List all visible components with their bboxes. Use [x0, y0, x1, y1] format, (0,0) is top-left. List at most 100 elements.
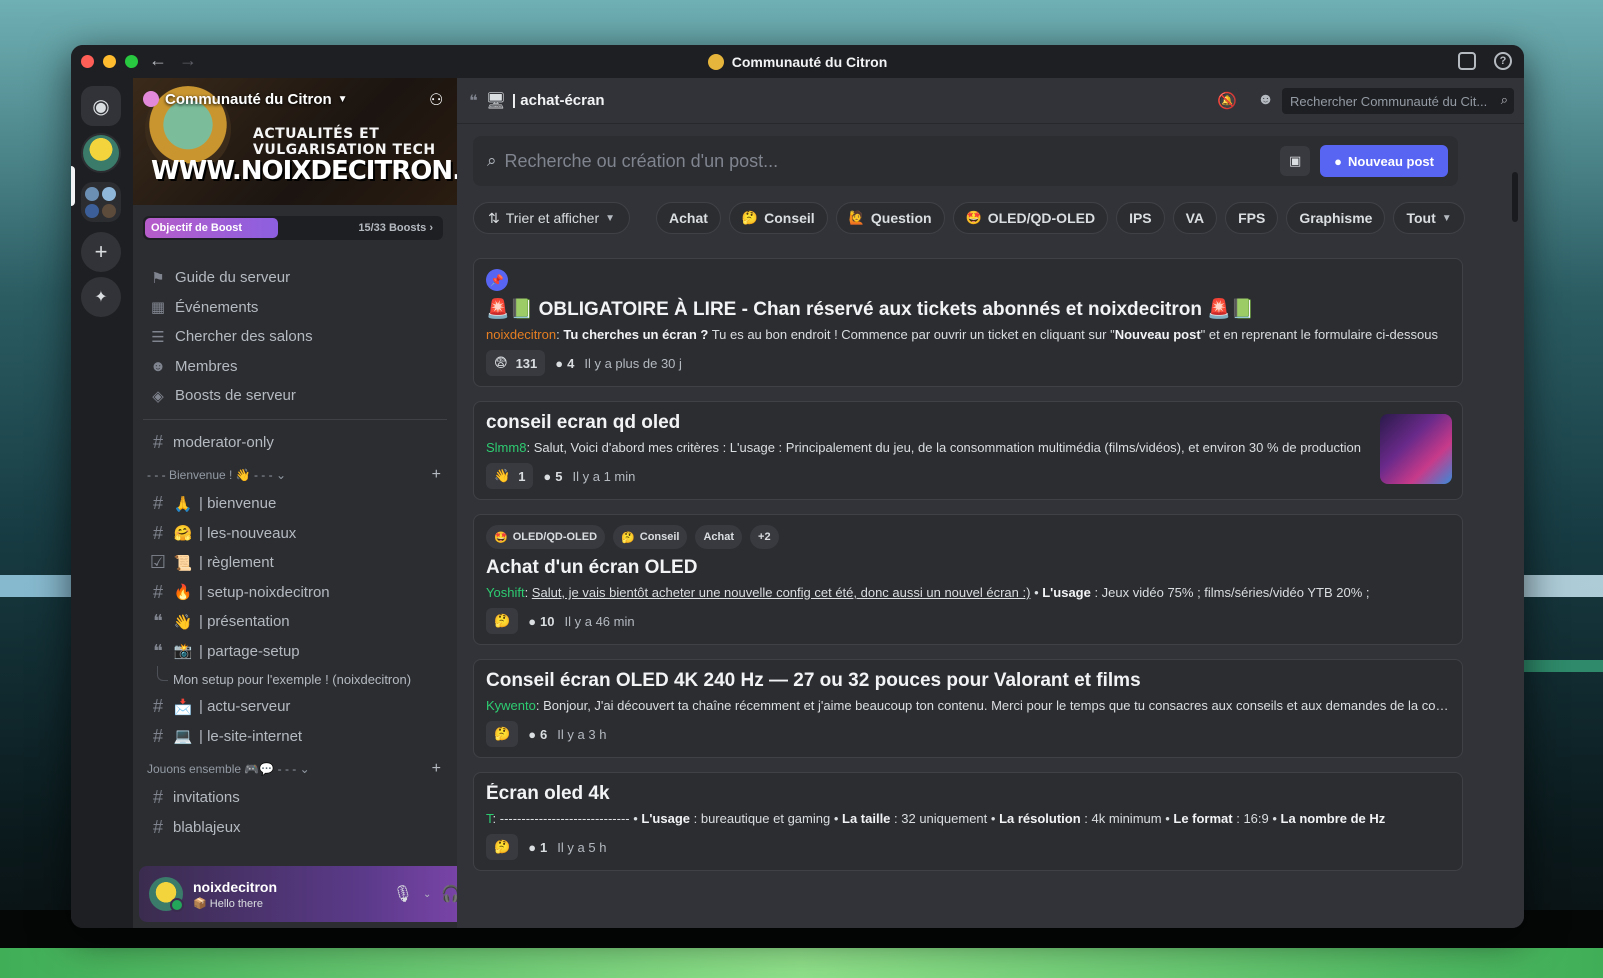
post-card[interactable]: conseil ecran qd oled Slmm8: Salut, Voici… — [473, 401, 1463, 500]
sidebar-menu-item[interactable]: ⚑ Guide du serveur — [143, 263, 447, 293]
server-header[interactable]: Communauté du Citron ▼ ⚇ — [143, 90, 447, 109]
reaction-button[interactable]: 🤔 — [486, 721, 519, 747]
channel-item[interactable]: ❝ 📸 | partage-setup — [143, 637, 447, 667]
tag-filter[interactable]: IPS — [1116, 202, 1165, 234]
post-title[interactable]: conseil ecran qd oled — [486, 412, 1450, 434]
discord-home-icon[interactable]: ◉ — [81, 86, 121, 126]
forward-arrow-icon[interactable]: → — [179, 50, 197, 71]
category-bienvenue[interactable]: - - - Bienvenue ! 👋 - - - ⌄ + — [143, 461, 447, 489]
tag-filter[interactable]: VA — [1172, 202, 1218, 234]
hash-icon: # — [152, 816, 163, 837]
reaction-emoji: 🤔 — [494, 613, 511, 628]
channel-item[interactable]: # invitations — [143, 783, 447, 813]
scrollbar[interactable] — [1512, 172, 1518, 222]
tag-label: IPS — [1129, 210, 1152, 226]
tag-label: Achat — [669, 210, 708, 226]
post-title[interactable]: 🚨📗 OBLIGATOIRE À LIRE - Chan réservé aux… — [486, 297, 1450, 321]
post-thumbnail[interactable] — [1380, 414, 1452, 484]
server-avatar[interactable] — [81, 133, 121, 173]
post-title[interactable]: Écran oled 4k — [486, 783, 1450, 805]
channel-name: blablajeux — [173, 818, 241, 836]
server-folder[interactable] — [81, 182, 121, 222]
post-title[interactable]: Conseil écran OLED 4K 240 Hz — 27 ou 32 … — [486, 670, 1450, 692]
reaction-button[interactable]: 🤔 — [486, 608, 519, 634]
channel-moderator-only[interactable]: # moderator-only — [143, 428, 447, 458]
compass-icon[interactable]: ✦ — [81, 277, 121, 317]
post-card[interactable]: Conseil écran OLED 4K 240 Hz — 27 ou 32 … — [473, 659, 1463, 758]
server-search-input[interactable]: Rechercher Communauté du Cit... ⌕ — [1282, 88, 1514, 114]
comment-count-value: 10 — [540, 613, 555, 629]
tag-filter[interactable]: FPS — [1225, 202, 1279, 234]
category-jouons-ensemble[interactable]: Jouons ensemble 🎮💬 - - - ⌄ + — [143, 755, 447, 783]
post-timestamp: Il y a 1 min — [572, 468, 636, 484]
user-info[interactable]: noixdecitron 📦 Hello there — [193, 879, 393, 910]
category-label: Jouons ensemble 🎮💬 - - - — [147, 762, 297, 776]
channel-item[interactable]: # 💻 | le-site-internet — [143, 722, 447, 752]
tag-label: Conseil — [639, 531, 680, 543]
inbox-icon[interactable] — [1458, 52, 1476, 70]
channel-item[interactable]: ☑ 📜 | règlement — [143, 548, 447, 578]
maximize-window-button[interactable] — [125, 55, 138, 68]
hash-icon: # — [152, 522, 163, 543]
post-search-input[interactable]: ⌕ Recherche ou création d'un post... ▣ ●… — [473, 136, 1458, 186]
channel-name: | le-site-internet — [199, 727, 303, 745]
new-post-button[interactable]: ● Nouveau post — [1320, 145, 1448, 177]
post-author[interactable]: Yoshift — [486, 585, 525, 600]
help-icon[interactable]: ? — [1494, 52, 1512, 70]
channel-item[interactable]: # 🔥 | setup-noixdecitron — [143, 578, 447, 608]
sidebar-menu-item[interactable]: ☰ Chercher des salons — [143, 322, 447, 352]
chevron-down-icon[interactable]: ⌄ — [423, 889, 431, 900]
channel-item[interactable]: ❝ 👋 | présentation — [143, 607, 447, 637]
post-author[interactable]: Kywento — [486, 698, 536, 713]
add-server-icon[interactable]: + — [81, 232, 121, 272]
avatar[interactable] — [149, 877, 184, 912]
sidebar-menu-item[interactable]: ☻ Membres — [143, 352, 447, 382]
channel-item[interactable]: # 🤗 | les-nouveaux — [143, 519, 447, 549]
channel-item[interactable]: # 📩 | actu-serveur — [143, 692, 447, 722]
tag-filter[interactable]: 🤔 Conseil — [728, 202, 828, 234]
server-name[interactable]: Communauté du Citron ▼ — [143, 91, 348, 108]
post-title[interactable]: Achat d'un écran OLED — [486, 557, 1450, 579]
sort-button[interactable]: ⇅ Trier et afficher ▼ — [473, 202, 631, 234]
boost-goal-bar[interactable]: Objectif de Boost 15/33 Boosts › — [143, 216, 443, 240]
tag-filter[interactable]: 🙋 Question — [835, 202, 945, 234]
tag-label: Graphisme — [1299, 210, 1373, 226]
microphone-icon[interactable]: 🎙 — [393, 884, 413, 904]
post-tag: 🤩 OLED/QD-OLED — [486, 525, 606, 549]
all-tags-dropdown[interactable]: Tout ▼ — [1393, 202, 1465, 234]
post-preview-text: " et en reprenant le formulaire ci-desso… — [1200, 327, 1438, 342]
media-view-icon[interactable]: ▣ — [1280, 146, 1311, 176]
members-icon[interactable]: ☻ — [1257, 91, 1274, 111]
create-channel-icon[interactable]: + — [432, 466, 441, 484]
post-card[interactable]: 🤩 OLED/QD-OLED 🤔 Conseil Achat +2 Achat d'un é… — [473, 514, 1463, 645]
reaction-button[interactable]: 😨 131 — [486, 350, 546, 376]
create-channel-icon[interactable]: + — [432, 760, 441, 778]
tag-filter[interactable]: Graphisme — [1286, 202, 1386, 234]
tag-filter[interactable]: 🤩 OLED/QD-OLED — [952, 202, 1109, 234]
search-icon: ⌕ — [487, 151, 497, 170]
thread-item[interactable]: Mon setup pour l'exemple ! (noixdecitron… — [143, 666, 447, 692]
post-preview-link[interactable]: Salut, je vais bientôt acheter une nouve… — [532, 585, 1031, 600]
sidebar-menu-item[interactable]: ◈ Boosts de serveur — [143, 381, 447, 411]
reaction-button[interactable]: 👋 1 — [486, 463, 534, 489]
channel-emoji: 🔥 — [173, 584, 193, 602]
tag-filter[interactable]: Achat — [656, 202, 721, 234]
post-author[interactable]: T — [486, 811, 493, 826]
back-arrow-icon[interactable]: ← — [149, 50, 167, 71]
channel-item[interactable]: # blablajeux — [143, 813, 447, 843]
post-author[interactable]: Slmm8 — [486, 440, 526, 455]
minimize-window-button[interactable] — [103, 55, 116, 68]
reaction-button[interactable]: 🤔 — [486, 834, 519, 860]
spec-key: La nombre de Hz — [1280, 811, 1386, 826]
server-badge-icon — [143, 91, 159, 107]
post-card[interactable]: Écran oled 4k T: ------------------------… — [473, 772, 1463, 871]
post-card[interactable]: 📌 🚨📗 OBLIGATOIRE À LIRE - Chan réservé au… — [473, 258, 1463, 387]
notification-muted-icon[interactable]: 🔕 — [1217, 91, 1237, 111]
channel-item[interactable]: # 🙏 | bienvenue — [143, 489, 447, 519]
invite-people-icon[interactable]: ⚇ — [429, 90, 447, 109]
sidebar-menu-item[interactable]: ▦ Événements — [143, 293, 447, 323]
tag-emoji: 🤔 — [741, 210, 759, 225]
close-window-button[interactable] — [81, 55, 94, 68]
tag-emoji: 🙋 — [848, 210, 865, 225]
post-author[interactable]: noixdecitron — [486, 327, 556, 342]
